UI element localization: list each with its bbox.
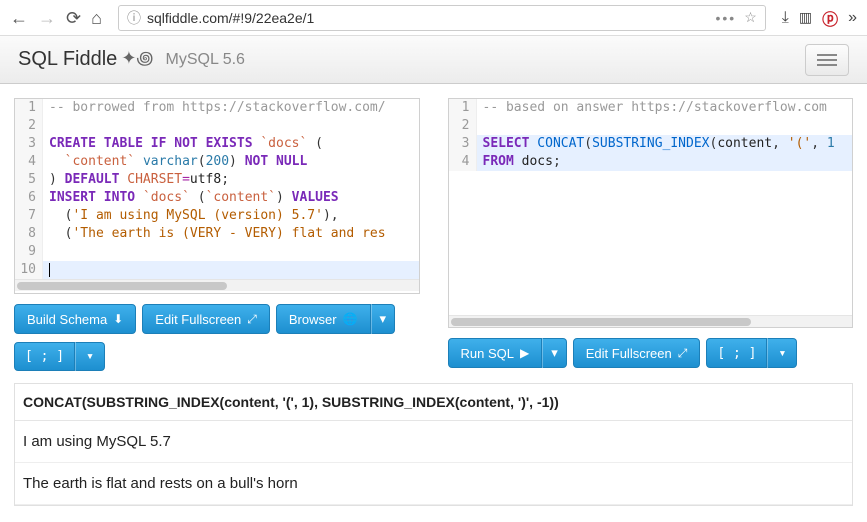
format-caret-left[interactable]: ▾ — [75, 342, 105, 371]
results-table: CONCAT(SUBSTRING_INDEX(content, '(', 1),… — [14, 383, 853, 506]
library-icon[interactable]: ▥ — [799, 9, 812, 26]
run-sql-split: Run SQL▶ ▾ — [448, 338, 567, 368]
chevron-down-icon: ▾ — [551, 345, 558, 361]
info-icon: ⓘ — [127, 8, 141, 28]
edit-fullscreen-button-left[interactable]: Edit Fullscreen⤢ — [142, 304, 270, 334]
editor-panels: 1-- borrowed from https://stackoverflow.… — [0, 84, 867, 379]
browser-button[interactable]: Browser🌐 — [276, 304, 371, 334]
schema-buttons: Build Schema⬇ Edit Fullscreen⤢ Browser🌐 … — [14, 304, 420, 334]
browser-split-button: Browser🌐 ▾ — [276, 304, 395, 334]
pinterest-icon[interactable]: ⓟ — [822, 6, 838, 30]
format-split-left: [ ; ] ▾ — [14, 342, 105, 371]
edit-fullscreen-button-right[interactable]: Edit Fullscreen⤢ — [573, 338, 701, 368]
globe-icon: 🌐 — [343, 312, 358, 326]
query-editor[interactable]: 1-- based on answer https://stackoverflo… — [448, 98, 854, 328]
more-icon[interactable]: ••• — [715, 10, 736, 26]
reload-icon[interactable]: ⟳ — [66, 9, 81, 27]
menu-button[interactable] — [805, 44, 849, 76]
format-button-right[interactable]: [ ; ] — [706, 338, 767, 368]
brand-text: SQL Fiddle — [18, 48, 117, 71]
query-panel: 1-- based on answer https://stackoverflo… — [448, 98, 854, 371]
run-sql-button[interactable]: Run SQL▶ — [448, 338, 543, 368]
page-header: SQL Fiddle ✦꩜ MySQL 5.6 — [0, 36, 867, 84]
db-label[interactable]: MySQL 5.6 — [166, 51, 245, 69]
overflow-icon[interactable]: » — [848, 9, 857, 27]
results-row: The earth is flat and rests on a bull's … — [15, 463, 852, 505]
query-line-1: -- based on answer https://stackoverflow… — [483, 100, 827, 115]
url-text: sqlfiddle.com/#!9/22ea2e/1 — [147, 10, 314, 26]
home-icon[interactable]: ⌂ — [91, 9, 102, 27]
bookmark-icon[interactable]: ☆ — [744, 9, 757, 26]
download-icon: ⬇ — [113, 312, 123, 326]
back-icon[interactable]: ← — [10, 9, 28, 27]
brand[interactable]: SQL Fiddle ✦꩜ — [18, 47, 154, 73]
query-buttons: Run SQL▶ ▾ Edit Fullscreen⤢ [ ; ] ▾ — [448, 338, 854, 368]
schema-panel: 1-- borrowed from https://stackoverflow.… — [14, 98, 420, 371]
query-hscroll[interactable] — [449, 315, 853, 327]
build-schema-button[interactable]: Build Schema⬇ — [14, 304, 136, 334]
download-icon[interactable]: ⤓ — [782, 9, 789, 27]
expand-icon: ⤢ — [678, 346, 688, 361]
format-split-right: [ ; ] ▾ — [706, 338, 797, 368]
expand-icon: ⤢ — [247, 312, 257, 327]
browser-toolbar: ← → ⟳ ⌂ ⓘ sqlfiddle.com/#!9/22ea2e/1 •••… — [0, 0, 867, 36]
results-row: I am using MySQL 5.7 — [15, 421, 852, 463]
chevron-down-icon: ▾ — [380, 311, 387, 327]
schema-editor[interactable]: 1-- borrowed from https://stackoverflow.… — [14, 98, 420, 294]
url-bar[interactable]: ⓘ sqlfiddle.com/#!9/22ea2e/1 ••• ☆ — [118, 5, 766, 31]
nav-buttons: ← → ⟳ ⌂ — [10, 9, 102, 27]
format-button-left[interactable]: [ ; ] — [14, 342, 75, 371]
logo-icon: ✦꩜ — [121, 45, 153, 71]
format-caret-right[interactable]: ▾ — [767, 338, 797, 368]
forward-icon[interactable]: → — [38, 9, 56, 27]
run-sql-caret[interactable]: ▾ — [542, 338, 567, 368]
browser-caret[interactable]: ▾ — [371, 304, 396, 334]
play-icon: ▶ — [520, 346, 529, 360]
schema-line-1: -- borrowed from https://stackoverflow.c… — [49, 100, 386, 115]
results-header: CONCAT(SUBSTRING_INDEX(content, '(', 1),… — [15, 384, 852, 421]
cursor — [49, 263, 50, 277]
browser-right-icons: ⤓ ▥ ⓟ » — [782, 6, 857, 30]
schema-hscroll[interactable] — [15, 279, 419, 291]
